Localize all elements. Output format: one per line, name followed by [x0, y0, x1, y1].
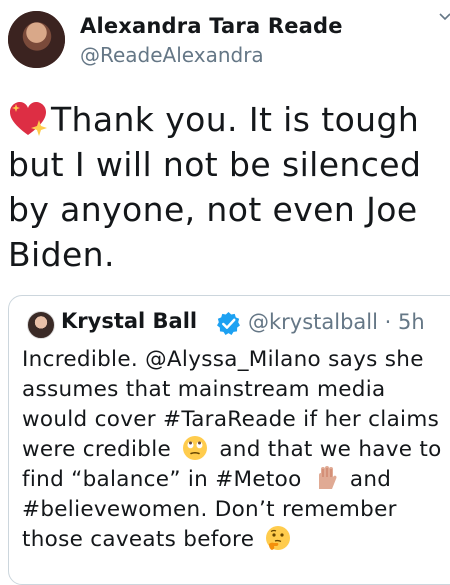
quoted-author-avatar[interactable] [27, 311, 55, 339]
quoted-author-name[interactable]: Krystal Ball [61, 309, 197, 333]
tweet-text: Thank you. It is tough but I will not be… [8, 97, 443, 277]
author-handle[interactable]: @ReadeAlexandra [80, 43, 264, 67]
quoted-author-handle[interactable]: @krystalball [248, 310, 378, 334]
author-avatar[interactable] [8, 11, 65, 68]
meta-separator: · [384, 310, 392, 334]
face-with-rolling-eyes-icon [183, 436, 208, 460]
raised-hand-icon [318, 466, 337, 489]
tweet-body: Thank you. It is tough but I will not be… [8, 100, 422, 274]
verified-badge-icon [217, 312, 240, 335]
quoted-author-meta: @krystalball · 5h [248, 310, 425, 334]
chevron-down-icon[interactable] [438, 10, 450, 24]
quoted-tweet-card[interactable]: Krystal Ball @krystalball · 5h Incredibl… [8, 295, 450, 585]
quoted-tweet-time[interactable]: 5h [398, 310, 425, 334]
quoted-tweet-text: Incredible. @Alyssa_Milano says she assu… [22, 345, 447, 555]
sparkling-heart-icon [10, 102, 47, 136]
author-name[interactable]: Alexandra Tara Reade [80, 14, 343, 38]
thinking-face-icon [266, 526, 291, 550]
